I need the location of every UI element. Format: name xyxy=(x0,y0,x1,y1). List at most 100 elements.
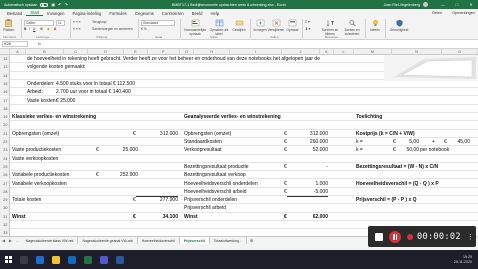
insert-cells-button[interactable]: Invoegen xyxy=(253,19,267,32)
close-button[interactable]: ✕ xyxy=(464,2,478,7)
cell[interactable]: Variabele verkoopkosten xyxy=(12,180,67,188)
cell[interactable]: 4.500 stuks voor in totaal € 112.500 xyxy=(56,80,135,88)
format-cells-button[interactable]: Opmaak xyxy=(286,19,299,32)
cell[interactable]: 62.000 xyxy=(296,213,328,221)
maximize-button[interactable]: □ xyxy=(450,2,464,7)
autosave-toggle[interactable] xyxy=(40,2,49,7)
undo-icon[interactable]: ↶ xyxy=(58,2,61,7)
sheet-nav-more-icon[interactable]: … xyxy=(14,239,22,243)
cell[interactable]: Winst xyxy=(184,213,198,221)
cell[interactable]: € xyxy=(284,213,287,221)
row-number[interactable]: 30 xyxy=(0,204,10,213)
cell[interactable]: Standaardkosten xyxy=(184,138,222,146)
cell[interactable]: Opbrengsten (omzet) xyxy=(12,130,59,138)
cell[interactable]: Bezettingsresultaat productie xyxy=(184,163,248,171)
cell[interactable]: 252.900 xyxy=(110,171,138,179)
font-name-select[interactable]: Calibri xyxy=(24,20,54,26)
row-number[interactable]: 21 xyxy=(0,129,10,138)
cell[interactable]: € xyxy=(133,213,136,221)
excel-icon[interactable] xyxy=(84,255,92,264)
stop-icon[interactable] xyxy=(375,232,383,241)
font-color-icon[interactable]: A xyxy=(54,27,56,31)
fx-icon[interactable]: fx xyxy=(38,42,41,46)
fill-icon[interactable]: ⬇ ▾ xyxy=(305,27,310,31)
cell[interactable]: 5,00 xyxy=(399,138,419,146)
tab-invoegen[interactable]: Invoegen xyxy=(43,11,68,16)
row-number[interactable]: 19 xyxy=(0,113,10,122)
cell[interactable]: 52.000 xyxy=(296,146,328,154)
tab-gegevens[interactable]: Gegevens xyxy=(131,11,158,16)
cell[interactable]: 260.000 xyxy=(296,138,328,146)
cell[interactable]: Hoeveelheidsverschil = (Q - Q ) x P xyxy=(356,180,439,188)
tab-controleren[interactable]: Controleren xyxy=(158,11,188,16)
minimize-button[interactable]: — xyxy=(436,2,450,7)
row-number[interactable]: 14 xyxy=(0,71,10,80)
cell[interactable]: volgende kosten gemaakt: xyxy=(27,63,85,71)
pause-icon[interactable] xyxy=(389,230,401,243)
cell[interactable]: -5.000 xyxy=(296,188,328,196)
cell[interactable]: € xyxy=(284,130,287,138)
cell[interactable]: 312.000 xyxy=(296,130,328,138)
more-options-icon[interactable]: ⋮ xyxy=(467,233,474,241)
system-tray[interactable]: 15:25 25-11-2020 xyxy=(454,255,472,264)
cell[interactable]: € xyxy=(96,146,99,154)
row-number[interactable]: 33 xyxy=(0,229,10,236)
align-left-icon[interactable]: ≡ ≡ ≡ xyxy=(73,27,81,31)
cell[interactable]: € xyxy=(393,146,396,154)
comments-button[interactable]: Opmerkingen xyxy=(452,11,475,15)
embedded-image[interactable] xyxy=(384,55,478,81)
currency-icon[interactable]: € % , xyxy=(141,27,149,31)
cell[interactable]: 312.000 xyxy=(150,130,178,138)
cell[interactable]: Klassieke verlies- en winstrekening xyxy=(12,113,96,121)
sensitivity-button[interactable]: Gevoeligheid xyxy=(389,19,409,32)
cell[interactable]: € xyxy=(133,196,136,204)
tab-pagina-indeling[interactable]: Pagina-indeling xyxy=(68,11,105,16)
cell[interactable]: Arbeid: xyxy=(27,88,43,96)
cell[interactable]: Hoeveelheidsverschil onderdelen xyxy=(184,180,258,188)
wrap-text-button[interactable]: Terugloop xyxy=(92,20,106,24)
font-size-select[interactable]: 11 xyxy=(56,20,65,26)
cell[interactable]: Prijsverschil onderdelen xyxy=(184,196,237,204)
cell[interactable]: Vaste productiekosten xyxy=(12,146,61,154)
delete-cells-button[interactable]: Verwijderen xyxy=(268,19,284,32)
cell[interactable]: € xyxy=(96,171,99,179)
cell[interactable]: Hoeveelheidsverschil arbeid xyxy=(184,188,247,196)
cell[interactable]: per notebook xyxy=(420,146,449,154)
align-top-icon[interactable]: ≡ ≡ ≡ xyxy=(73,20,81,24)
cell[interactable]: Toelichting xyxy=(356,113,382,121)
row-number[interactable]: 13 xyxy=(0,63,10,72)
cell[interactable]: Bezettingsresultaat = (W - N) x C/N xyxy=(356,163,438,171)
row-number[interactable]: 23 xyxy=(0,146,10,155)
redo-icon[interactable]: ↷ xyxy=(65,2,68,7)
number-format-select[interactable]: Standaard xyxy=(141,20,175,26)
row-number[interactable]: 27 xyxy=(0,179,10,188)
cell[interactable]: € 25.000 xyxy=(56,97,75,105)
outlook-icon[interactable] xyxy=(68,255,76,264)
cell[interactable]: 50,00 xyxy=(399,146,419,154)
search-icon[interactable] xyxy=(20,255,28,264)
row-number[interactable]: 29 xyxy=(0,196,10,205)
sheet-nav-next-icon[interactable]: ▶ xyxy=(7,238,14,243)
borders-icon[interactable]: ⊞ xyxy=(40,27,43,31)
cell[interactable]: Kostprijs (k = C/N + V/W) xyxy=(356,130,415,138)
row-number[interactable]: 20 xyxy=(0,121,10,130)
cell[interactable]: 277.900 xyxy=(150,196,178,204)
cell[interactable]: € xyxy=(284,180,287,188)
cell[interactable]: € xyxy=(284,188,287,196)
sort-filter-button[interactable]: Sorteren en filteren xyxy=(320,19,340,36)
cell[interactable]: Vaste kosten: xyxy=(27,97,57,105)
tab-help[interactable]: Help xyxy=(206,11,223,16)
cell[interactable]: 34.100 xyxy=(150,213,178,221)
tab-beeld[interactable]: Beeld xyxy=(188,11,207,16)
word-icon[interactable] xyxy=(116,255,124,264)
cell[interactable]: € xyxy=(444,138,447,146)
tab-bestand[interactable]: Bestand xyxy=(3,11,26,16)
cell[interactable]: Prijsverschil arbeid xyxy=(184,204,226,212)
merge-center-button[interactable]: Samenvoegen en centreren xyxy=(92,27,133,31)
row-number[interactable]: 12 xyxy=(0,55,10,64)
underline-button[interactable]: U xyxy=(33,27,35,31)
cell[interactable]: + xyxy=(432,138,435,146)
find-select-button[interactable]: Zoeken en selecteren xyxy=(342,19,362,36)
row-number[interactable]: 32 xyxy=(0,221,10,230)
cell[interactable]: Winst xyxy=(12,213,26,221)
